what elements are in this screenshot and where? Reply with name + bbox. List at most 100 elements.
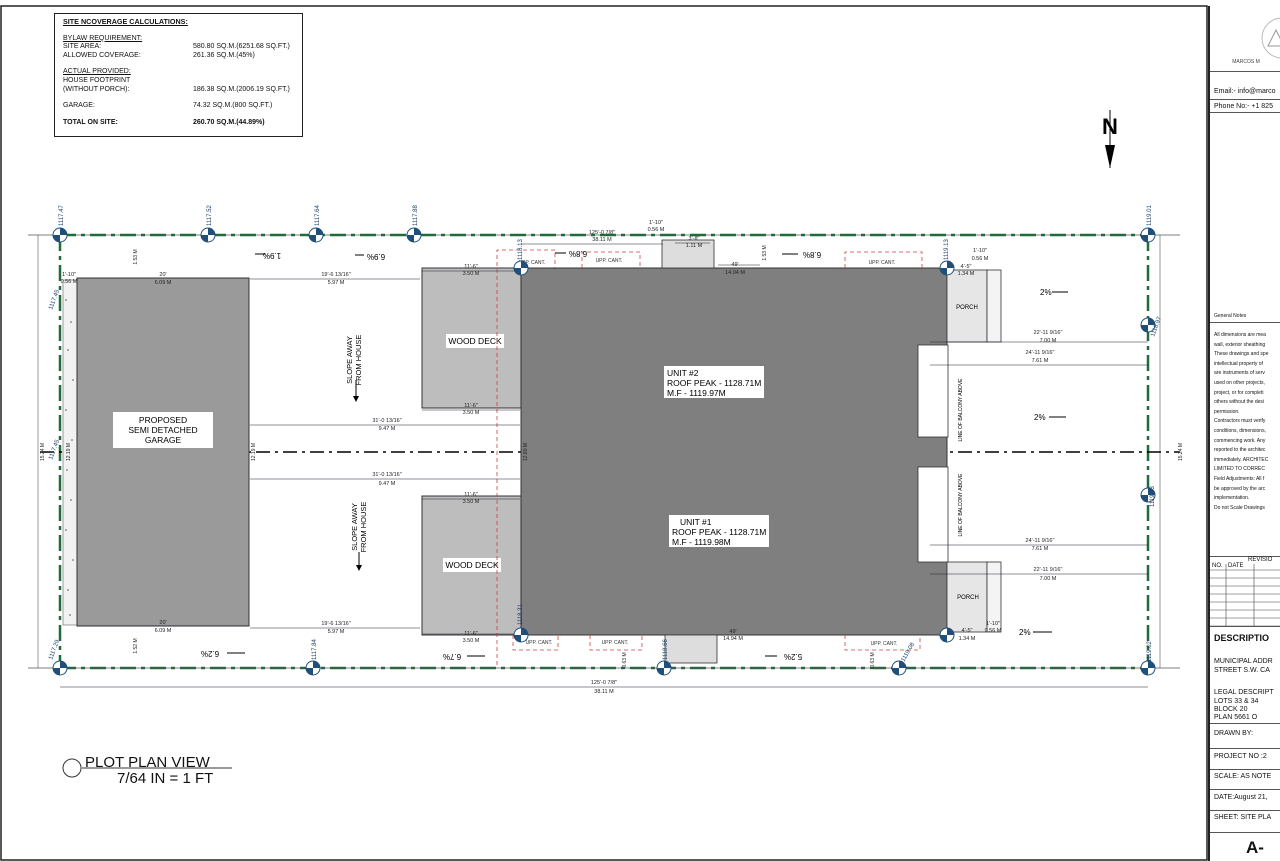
view-title: PLOT PLAN VIEW [85,754,210,771]
elev-t3: 1117.64 [315,205,321,226]
slope-6: 6.7% [443,652,461,661]
front-a-2: 7.00 M [1040,338,1057,344]
revision-grid [1210,564,1280,627]
balcony-bottom: LINE OF BALCONY ABOVE [958,473,964,537]
unit1-name: UNIT #1 [680,517,712,527]
mid-bot-1: 31'-0 13/16" [372,472,401,478]
deck-w-2a: 11'-6" [464,403,478,409]
legal-3: BLOCK 20 [1214,706,1248,713]
note-line: commencing work. Any [1214,437,1266,444]
porch-off-2: 0.56 M [972,256,989,262]
note-line: wall, exterior sheathing [1214,341,1266,348]
side-left: 15.24 M [40,443,46,461]
elev-t7: 1119.01 [1147,205,1153,226]
bott-off-2: 0.63 M [870,652,876,667]
note-line: others without the desi [1214,399,1265,406]
porch-w-3: 4'-5" [962,628,973,634]
municipal-2: STREET S.W. CA [1214,667,1270,674]
elev-t1: 1117.47 [59,205,65,226]
view-marker [62,758,82,778]
note-line: All dimensions are mea [1214,332,1266,338]
note-line: are instruments of serv [1214,370,1265,377]
rear-setback: 1.53 M [762,245,768,260]
upp-cant-6: UPP. CANT. [871,641,898,647]
slope-5: 6.2% [201,649,219,658]
slope-1: 1.9% [263,251,281,260]
slope-3: 6.8% [569,249,587,258]
garage-label-2: SEMI DETACHED [128,425,197,435]
deck-w-1b: 3.50 M [463,271,480,277]
bay-w-2: 1.11 M [686,243,703,249]
porch-off-1: 1'-10" [973,248,987,254]
slope-away-2b: FROM HOUSE [359,502,368,553]
note-line: These drawings and spe [1214,351,1269,358]
unit2-mf: M.F - 1119.97M [667,388,726,398]
north-label: N [1102,114,1118,139]
porch-w-1: 4'-5" [961,264,972,270]
front-b-4: 7.61 M [1032,546,1049,552]
notes-list: All dimensions are mea wall, exterior she… [1214,331,1268,513]
rear-w-3: 49' [729,629,736,635]
rear-w-1: 49' [731,262,738,268]
deck-w-3b: 3.50 M [463,499,480,505]
grade-3: 2% [1019,628,1031,637]
note-line: used on other projects, [1214,379,1265,386]
front-b-3: 24'-11 9/16" [1026,538,1055,544]
grade-2: 2% [1034,413,1046,422]
unit2-roof: ROOF PEAK - 1128.71M [667,378,761,388]
title-block: MARCOS M Email:- info@marco Phone No:- +… [1208,6,1280,861]
bott-off-1: 0.63 M [622,652,628,667]
slope-away-1a: SLOPE AWAY [345,336,354,384]
elev-b4: 1119.08 [901,641,917,663]
company-name: MARCOS M [1232,59,1260,65]
email: Email:- info@marco [1214,88,1276,95]
bay-off-1: 1'-10" [649,220,663,226]
porch-steps-top [986,269,1002,343]
note-line: Do not Scale Drawings [1214,504,1265,511]
gap-bot-1: 19'-6 13/16" [321,621,350,627]
unit2-name: UNIT #2 [667,368,699,378]
mid-bot-2: 9.47 M [379,481,396,487]
porch-off-3: 1'-10" [986,621,1000,627]
north-arrow: N [1102,110,1118,168]
elev-t2: 1117.52 [207,205,213,226]
note-line: Field Adjustments: All f [1214,475,1265,482]
upp-cant-4: UPP. CANT. [526,640,553,646]
rear-bay-bottom [664,634,718,664]
project-no: PROJECT NO :2 [1214,753,1267,760]
porch-w-4: 1.34 M [959,636,976,642]
unit1-mf: M.F - 1119.98M [672,537,731,547]
scale: SCALE: AS NOTE [1214,773,1272,780]
garage-label-1: PROPOSED [139,415,187,425]
note-line: permission. [1214,408,1240,415]
porch-label-top: PORCH [956,305,978,311]
slope-4: 6.8% [803,250,821,259]
overall-top-2: 38.11 M [592,237,612,243]
elev-b3: 1118.66 [663,639,669,660]
gap-top-2: 5.97 M [328,280,345,286]
balcony-top: LINE OF BALCONY ABOVE [958,378,964,442]
note-line: LIMITED TO CORREC [1214,466,1265,473]
elev-r2: 1119.03 [1150,486,1156,507]
unit1-roof: ROOF PEAK - 1128.71M [672,527,766,537]
garage-depth-r: 12.19 M [251,443,257,461]
note-line: reported to the architec [1214,447,1266,454]
house-depth: 12.80 M [523,443,529,461]
garage-depth-l: 12.19 M [66,443,72,461]
gap-bot-2: 5.97 M [328,629,345,635]
slope-2: 6.9% [367,252,385,261]
front-a-4: 7.00 M [1040,576,1057,582]
drawn-by: DRAWN BY: [1214,730,1254,737]
front-b-1: 24'-11 9/16" [1026,350,1055,356]
house-footprint [520,267,948,636]
porch-off-4: 0.56 M [985,628,1002,634]
balcony-notch-bottom [917,466,949,563]
date: DATE:August 21, [1214,794,1268,801]
garage-w-bot-2: 6.09 M [155,628,172,634]
grade-1: 2% [1040,288,1052,297]
garage-label-3: GARAGE [145,435,182,445]
elev-t6: 1119.13 [944,239,950,260]
note-line: project, or for completi [1214,389,1264,396]
note-line: be approved by the arc [1214,485,1266,492]
left-off-2: 0.56 M [61,279,78,285]
